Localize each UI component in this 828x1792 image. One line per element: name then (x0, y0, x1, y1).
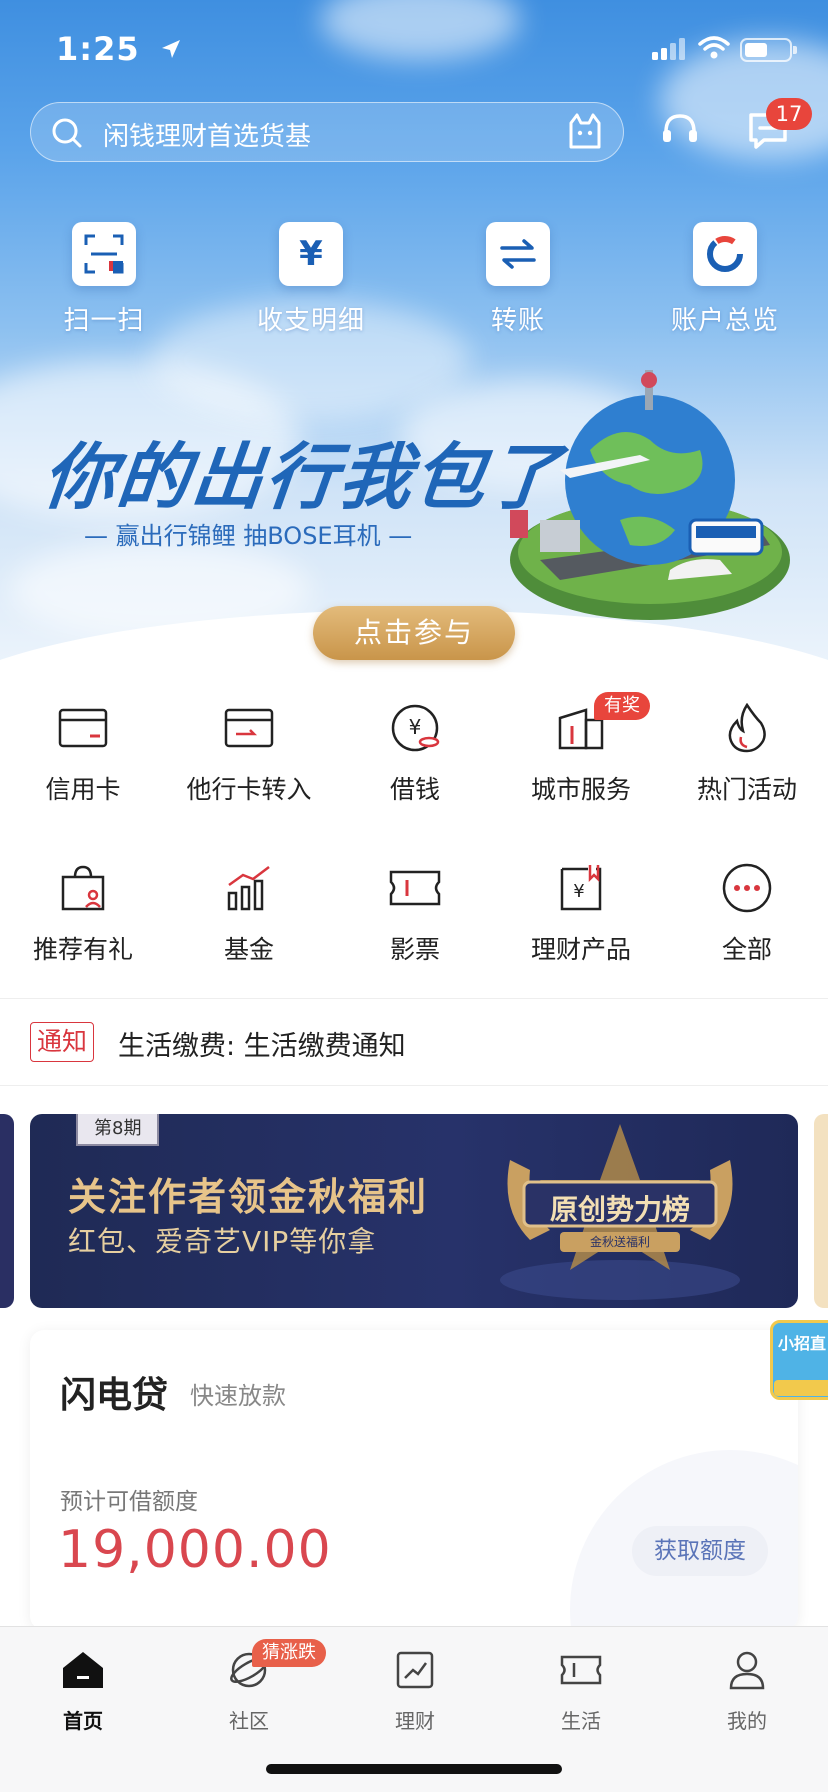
divider (0, 998, 828, 999)
service-movie-ticket[interactable]: 影票 (332, 860, 498, 966)
original-ranking-medal: 原创势力榜 金秋送福利 (490, 1120, 750, 1300)
quick-action-label: 账户总览 (670, 306, 779, 336)
service-credit-card[interactable]: 信用卡 (0, 700, 166, 806)
tab-profile[interactable]: 我的 (664, 1645, 828, 1734)
card-transfer-icon (224, 708, 274, 748)
search-bar[interactable]: 闲钱理财首选货基 (30, 102, 624, 162)
service-borrow[interactable]: ¥ 借钱 (332, 700, 498, 806)
life-ticket-icon (560, 1655, 602, 1685)
battery-icon (740, 38, 797, 62)
yuan-icon: ¥ (299, 234, 323, 274)
medal-title: 原创势力榜 (549, 1193, 690, 1226)
service-referral-gift[interactable]: 推荐有礼 (0, 860, 166, 966)
wealth-icon (396, 1651, 434, 1689)
gift-bag-icon (61, 865, 105, 911)
reward-badge: 有奖 (594, 692, 650, 720)
cellular-signal-icon (652, 38, 685, 60)
loan-amount: 19,000.00 (58, 1520, 332, 1580)
overview-ring-icon (707, 236, 743, 272)
floating-live-widget[interactable]: 小招直 (764, 1300, 828, 1410)
tab-wealth[interactable]: 理财 (332, 1645, 498, 1734)
more-icon (722, 863, 772, 913)
service-other-bank-transfer[interactable]: 他行卡转入 (166, 700, 332, 806)
location-arrow-icon (162, 40, 180, 58)
tab-life[interactable]: 生活 (498, 1645, 664, 1734)
borrow-icon: ¥ (391, 704, 440, 752)
home-indicator (266, 1764, 562, 1774)
medal-subtitle: 金秋送福利 (589, 1235, 650, 1249)
service-fund[interactable]: 基金 (166, 860, 332, 966)
travel-globe-illustration (510, 370, 790, 620)
ticket-icon (389, 870, 441, 906)
quick-action-account-overview[interactable]: 账户总览 (655, 222, 795, 337)
service-wealth-products[interactable]: ¥ 理财产品 (498, 860, 664, 966)
home-icon (63, 1652, 103, 1688)
svg-text:¥: ¥ (409, 715, 422, 739)
flash-loan-card[interactable]: 闪电贷 快速放款 预计可借额度 19,000.00 获取额度 (30, 1330, 798, 1630)
guess-rise-fall-badge: 猜涨跌 (252, 1639, 326, 1667)
status-time: 1:25 (56, 30, 140, 68)
promo-banner[interactable]: 第8期 关注作者领金秋福利 红包、爱奇艺VIP等你拿 原创势力榜 金秋送福利 (30, 1114, 798, 1308)
loan-title: 闪电贷 (60, 1375, 169, 1416)
search-icon (52, 118, 82, 148)
banner-title: 你的出行我包了 (38, 435, 566, 519)
transfer-icon (500, 239, 536, 269)
tab-community[interactable]: 猜涨跌 社区 (166, 1639, 332, 1734)
banner-join-button[interactable]: 点击参与 (313, 606, 515, 660)
loan-amount-label: 预计可借额度 (60, 1489, 198, 1515)
quick-action-scan[interactable]: 扫一扫 (34, 222, 174, 337)
quick-action-statement[interactable]: ¥ 收支明细 (241, 222, 381, 337)
notice-tag: 通知 (30, 1022, 95, 1062)
service-all[interactable]: 全部 (664, 860, 828, 966)
notice-text[interactable]: 生活缴费: 生活缴费通知 (118, 1024, 406, 1063)
promo-subtitle: 红包、爱奇艺VIP等你拿 (68, 1225, 377, 1258)
customer-service-headset-icon[interactable] (660, 110, 700, 150)
credit-card-icon (58, 708, 108, 748)
tab-home[interactable]: 首页 (0, 1645, 166, 1734)
floating-widget-label: 小招直 (778, 1334, 827, 1353)
service-city[interactable]: 有奖 城市服务 (498, 692, 664, 806)
service-hot-events[interactable]: 热门活动 (664, 700, 828, 806)
flame-icon (728, 703, 766, 753)
loan-subtitle: 快速放款 (190, 1382, 286, 1410)
wifi-icon (698, 36, 730, 59)
get-credit-limit-button[interactable]: 获取额度 (632, 1526, 768, 1576)
message-count-badge: 17 (766, 98, 812, 130)
fund-chart-icon (227, 866, 270, 911)
scan-icon (84, 234, 124, 274)
banner-subtitle: — 赢出行锦鲤 抽BOSE耳机 — (84, 522, 413, 550)
promo-title: 关注作者领金秋福利 (68, 1175, 429, 1219)
quick-action-label: 扫一扫 (63, 306, 145, 336)
status-bar: 1:25 (0, 0, 828, 96)
carousel-next-peek (814, 1114, 828, 1308)
wealth-product-icon: ¥ (560, 865, 602, 911)
search-placeholder: 闲钱理财首选货基 (103, 122, 312, 152)
profile-icon (729, 1651, 765, 1690)
quick-action-label: 收支明细 (256, 306, 365, 336)
quick-action-transfer[interactable]: 转账 (448, 222, 588, 337)
voice-assistant-cat-icon[interactable] (567, 113, 603, 151)
divider (0, 1085, 828, 1086)
quick-action-label: 转账 (490, 306, 545, 336)
carousel-prev-peek (0, 1114, 14, 1308)
promo-issue-tag: 第8期 (76, 1114, 160, 1146)
svg-text:¥: ¥ (573, 881, 584, 902)
